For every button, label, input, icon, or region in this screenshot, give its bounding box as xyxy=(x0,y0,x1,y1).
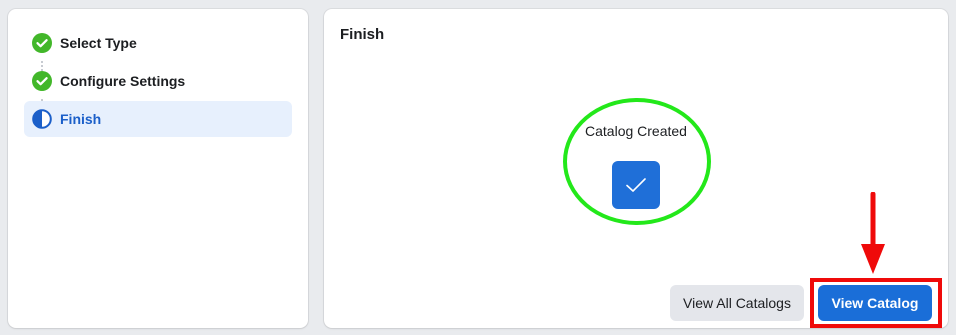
half-circle-progress-icon xyxy=(32,109,52,129)
step-finish[interactable]: Finish xyxy=(24,101,292,137)
panel-title: Finish xyxy=(340,26,385,43)
checkmark-icon xyxy=(612,161,660,209)
step-label: Finish xyxy=(60,111,102,127)
view-all-catalogs-button[interactable]: View All Catalogs xyxy=(670,285,804,321)
step-label: Select Type xyxy=(60,35,137,51)
step-select-type[interactable]: Select Type xyxy=(24,25,292,61)
check-circle-icon xyxy=(32,33,52,53)
step-label: Configure Settings xyxy=(60,73,186,89)
view-catalog-button[interactable]: View Catalog xyxy=(818,285,932,321)
finish-panel: Finish Catalog Created View All Catalogs… xyxy=(324,9,948,328)
catalog-created-message: Catalog Created xyxy=(585,123,687,139)
steps-panel: Select Type Configure Settings Finish xyxy=(8,9,308,328)
check-circle-icon xyxy=(32,71,52,91)
step-configure-settings[interactable]: Configure Settings xyxy=(24,63,292,99)
